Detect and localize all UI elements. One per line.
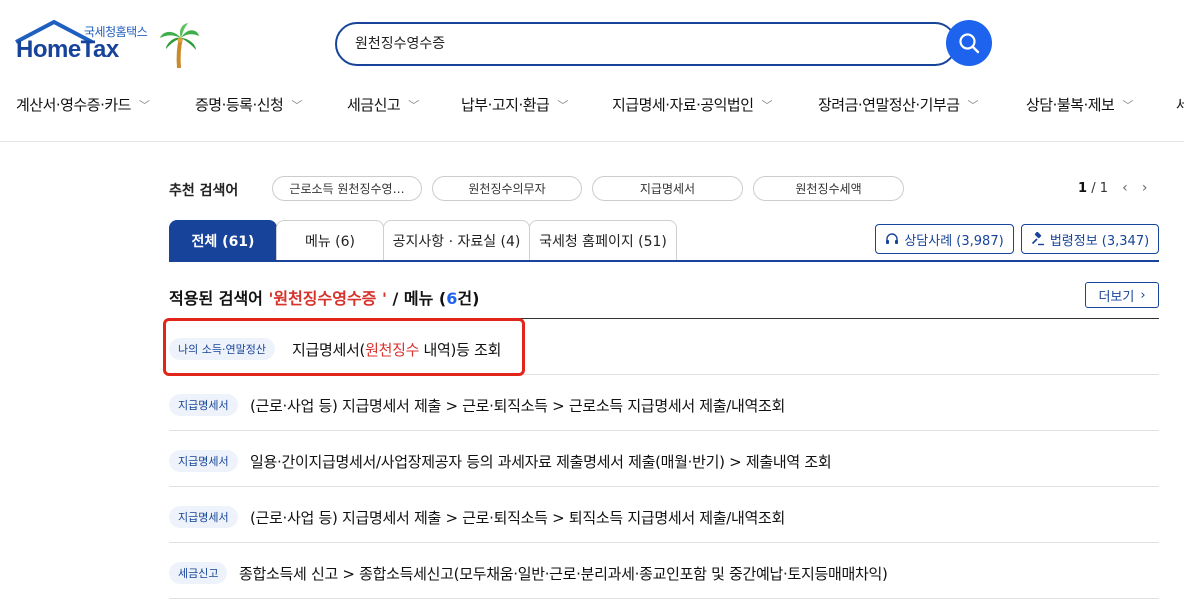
recommend-label: 추천 검색어	[169, 183, 239, 199]
chevron-down-icon: ﹀	[291, 99, 302, 112]
recommend-pager: 1 / 1 ‹ ›	[1078, 180, 1147, 196]
category-badge: 세금신고	[169, 562, 228, 584]
search-box[interactable]	[335, 22, 957, 66]
nav-item-invoice[interactable]: 계산서·영수증·카드 ﹀	[16, 94, 150, 115]
chevron-left-icon[interactable]: ‹	[1122, 180, 1128, 196]
applied-prefix: 적용된 검색어	[169, 289, 269, 308]
category-badge: 지급명세서	[169, 450, 238, 472]
consult-cases-button[interactable]: 상담사례 (3,987)	[875, 224, 1014, 254]
result-row[interactable]: 지급명세서 일용·간이지급명세서/사업장제공자 등의 과세자료 제출명세서 제출…	[169, 431, 1159, 487]
recommend-chip[interactable]: 근로소득 원천징수영…	[272, 176, 422, 201]
recommend-chip[interactable]: 원천징수의무자	[432, 176, 582, 201]
tab-all[interactable]: 전체 (61)	[169, 220, 277, 261]
nav-item-certificate[interactable]: 증명·등록·신청 ﹀	[195, 94, 302, 115]
main-nav: 계산서·영수증·카드 ﹀ 증명·등록·신청 ﹀ 세금신고 ﹀ 납부·고지·환급 ﹀ 지급…	[0, 88, 1184, 122]
chevron-right-icon: ›	[1140, 287, 1146, 303]
chevron-down-icon: ﹀	[1122, 99, 1133, 112]
consult-cases-label: 상담사례 (3,987)	[904, 233, 1004, 249]
applied-keyword-heading: 적용된 검색어 '원천징수영수증 ' / 메뉴 (6건)	[169, 285, 479, 309]
search-button[interactable]	[946, 20, 992, 66]
applied-middle: / 메뉴 (	[386, 289, 447, 308]
law-info-label: 법령정보 (3,347)	[1049, 233, 1150, 249]
category-badge: 지급명세서	[169, 394, 238, 416]
tab-notice[interactable]: 공지사항 · 자료실 (4)	[383, 220, 530, 261]
result-row[interactable]: 세금신고 종합소득세 신고 > 종합소득세신고(모두채움·일반·근로·분리과세·…	[169, 543, 1159, 599]
annotation-highlight-box	[163, 318, 525, 376]
nav-label: 세	[1176, 96, 1184, 114]
logo-title: HomeTax	[16, 36, 119, 63]
page-current: 1	[1078, 181, 1088, 196]
page-total: / 1	[1091, 181, 1108, 196]
palm-tree-icon	[160, 23, 199, 69]
nav-item-payment[interactable]: 납부·고지·환급 ﹀	[461, 94, 568, 115]
nav-item-consult[interactable]: 상담·불복·제보 ﹀	[1026, 94, 1133, 115]
chevron-down-icon: ﹀	[557, 99, 568, 112]
nav-label: 지급명세·자료·공익법인	[612, 96, 754, 114]
chevron-down-icon: ﹀	[138, 99, 150, 112]
applied-suffix: 건)	[457, 289, 480, 308]
more-label: 더보기	[1098, 289, 1135, 305]
result-title[interactable]: 일용·간이지급명세서/사업장제공자 등의 과세자료 제출명세서 제출(매월·반기…	[250, 451, 832, 472]
result-title[interactable]: (근로·사업 등) 지급명세서 제출 > 근로·퇴직소득 > 퇴직소득 지급명세…	[250, 507, 785, 528]
nav-item-payment-statement[interactable]: 지급명세·자료·공익법인 ﹀	[612, 94, 773, 115]
chevron-down-icon: ﹀	[761, 99, 773, 112]
more-button[interactable]: 더보기 ›	[1085, 282, 1159, 308]
nav-item-incentive[interactable]: 장려금·연말정산·기부금 ﹀	[818, 94, 979, 115]
nav-label: 증명·등록·신청	[195, 96, 284, 114]
nav-label: 장려금·연말정산·기부금	[818, 96, 960, 114]
nav-item-truncated[interactable]: 세	[1176, 94, 1184, 115]
result-title[interactable]: (근로·사업 등) 지급명세서 제출 > 근로·퇴직소득 > 근로소득 지급명세…	[250, 395, 785, 416]
result-row[interactable]: 지급명세서 (근로·사업 등) 지급명세서 제출 > 근로·퇴직소득 > 퇴직소…	[169, 487, 1159, 543]
result-title[interactable]: 종합소득세 신고 > 종합소득세신고(모두채움·일반·근로·분리과세·종교인포함…	[239, 563, 888, 584]
result-row[interactable]: 지급명세서 (근로·사업 등) 지급명세서 제출 > 근로·퇴직소득 > 근로소…	[169, 375, 1159, 431]
tab-menu[interactable]: 메뉴 (6)	[276, 220, 384, 261]
recommend-chip[interactable]: 지급명세서	[592, 176, 743, 201]
applied-keyword: '원천징수영수증 '	[268, 289, 387, 308]
headset-icon	[886, 233, 899, 244]
nav-label: 상담·불복·제보	[1026, 96, 1115, 114]
search-input[interactable]	[355, 35, 935, 51]
recommend-chip[interactable]: 원천징수세액	[753, 176, 904, 201]
chevron-down-icon: ﹀	[967, 99, 979, 112]
hometax-logo[interactable]: 국세청홈택스 HomeTax	[14, 20, 204, 70]
nav-label: 계산서·영수증·카드	[16, 96, 131, 114]
nav-label: 납부·고지·환급	[461, 96, 550, 114]
category-badge: 지급명세서	[169, 506, 238, 528]
law-info-button[interactable]: 법령정보 (3,347)	[1021, 224, 1159, 254]
tab-nts-homepage[interactable]: 국세청 홈페이지 (51)	[529, 220, 677, 261]
nav-divider	[0, 141, 1184, 142]
chevron-down-icon: ﹀	[408, 99, 419, 112]
gavel-icon	[1031, 232, 1044, 246]
tab-underline	[169, 260, 1159, 262]
chevron-right-icon[interactable]: ›	[1142, 180, 1148, 196]
nav-item-tax-report[interactable]: 세금신고 ﹀	[347, 94, 419, 115]
applied-count: 6	[446, 289, 458, 308]
search-icon	[959, 33, 980, 54]
nav-label: 세금신고	[347, 96, 401, 114]
